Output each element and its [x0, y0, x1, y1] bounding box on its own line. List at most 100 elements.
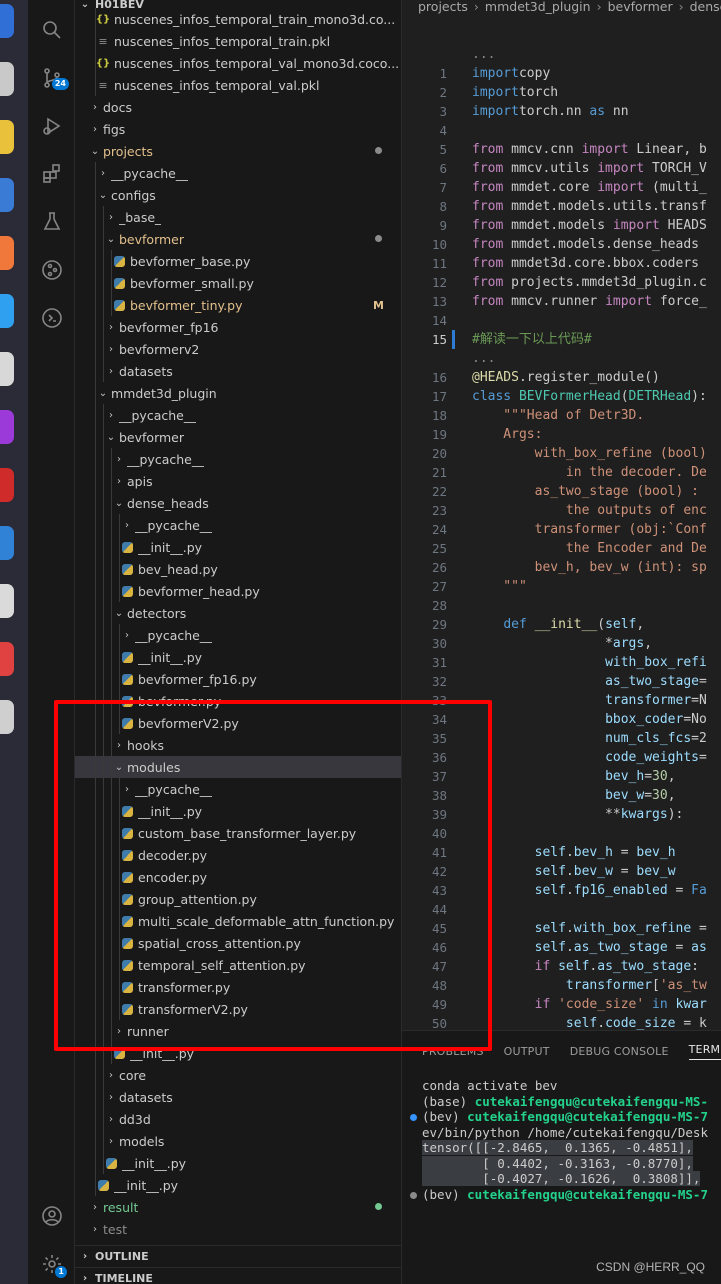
panel-tab-termin[interactable]: TERMIN — [688, 1043, 721, 1060]
code-line[interactable]: 26 bev_h, bev_w (int): sp — [402, 558, 721, 577]
code-line[interactable]: 15 #解读一下以上代码# — [402, 330, 721, 349]
dock-app-icon[interactable] — [0, 584, 14, 618]
tree-folder[interactable]: ⌄ bevformer — [75, 426, 401, 448]
code-line[interactable]: 5 from mmcv.cnn import Linear, b — [402, 140, 721, 159]
tree-folder[interactable]: › datasets — [75, 1086, 401, 1108]
explorer-section-header[interactable]: ⌄ H01BEV — [75, 0, 401, 15]
dock-app-icon[interactable] — [0, 4, 14, 38]
panel-tab-debug-console[interactable]: DEBUG CONSOLE — [570, 1045, 669, 1058]
dock-app-icon[interactable] — [0, 526, 14, 560]
tree-file[interactable]: bev_head.py — [75, 558, 401, 580]
dock-app-icon[interactable] — [0, 410, 14, 444]
folded-region-marker[interactable]: ... — [472, 45, 495, 64]
tree-folder[interactable]: › _base_ — [75, 206, 401, 228]
run-debug-icon[interactable] — [28, 106, 75, 146]
dock-app-icon[interactable] — [0, 236, 14, 270]
code-line[interactable]: 10 from mmdet.models.dense_heads — [402, 235, 721, 254]
tree-folder[interactable]: › __pycache__ — [75, 404, 401, 426]
code-line[interactable]: 9 from mmdet.models import HEADS — [402, 216, 721, 235]
code-line[interactable]: 19 Args: — [402, 425, 721, 444]
tree-file[interactable]: bevformer_small.py — [75, 272, 401, 294]
search-icon[interactable] — [28, 10, 75, 50]
code-line[interactable]: 6 from mmcv.utils import TORCH_V — [402, 159, 721, 178]
tree-folder[interactable]: › __pycache__ — [75, 162, 401, 184]
code-line[interactable]: 23 the outputs of enc — [402, 501, 721, 520]
code-line[interactable]: 30 *args, — [402, 634, 721, 653]
tree-folder[interactable]: ⌄ configs — [75, 184, 401, 206]
code-line[interactable]: 8 from mmdet.models.utils.transf — [402, 197, 721, 216]
dock-app-icon[interactable] — [0, 642, 14, 676]
account-icon[interactable] — [28, 1196, 75, 1236]
code-line[interactable]: 1 importcopy — [402, 64, 721, 83]
breadcrumb-item[interactable]: projects — [418, 0, 468, 14]
code-line[interactable]: 2 importtorch — [402, 83, 721, 102]
terminal-output[interactable]: conda activate bev (base) cutekaifengqu@c… — [402, 1078, 721, 1202]
code-line[interactable]: 28 — [402, 596, 721, 615]
code-line[interactable]: 20 with_box_refine (bool) — [402, 444, 721, 463]
tree-file[interactable]: {} nuscenes_infos_temporal_val_mono3d.coc… — [75, 52, 401, 74]
tree-file[interactable]: bevformer_head.py — [75, 580, 401, 602]
tree-folder[interactable]: › dd3d — [75, 1108, 401, 1130]
outline-section[interactable]: › OUTLINE — [75, 1245, 401, 1267]
tree-file[interactable]: bevformer_fp16.py — [75, 668, 401, 690]
breadcrumb-item[interactable]: bevformer — [608, 0, 673, 14]
tree-folder[interactable]: › datasets — [75, 360, 401, 382]
code-line[interactable]: 17 class BEVFormerHead(DETRHead): — [402, 387, 721, 406]
code-line[interactable]: 22 as_two_stage (bool) : — [402, 482, 721, 501]
dock-app-icon[interactable] — [0, 120, 14, 154]
tree-folder[interactable]: › core — [75, 1064, 401, 1086]
dock-app-icon[interactable] — [0, 468, 14, 502]
tree-folder[interactable]: › bevformer_fp16 — [75, 316, 401, 338]
code-line[interactable]: 12 from projects.mmdet3d_plugin.c — [402, 273, 721, 292]
dock-app-icon[interactable] — [0, 352, 14, 386]
code-line[interactable]: 25 the Encoder and De — [402, 539, 721, 558]
tree-folder[interactable]: › test — [75, 1218, 401, 1240]
dock-app-icon[interactable] — [0, 294, 14, 328]
code-line[interactable]: ... — [402, 45, 721, 64]
folded-region-marker[interactable]: ... — [472, 349, 495, 368]
breadcrumb-item[interactable]: mmdet3d_plugin — [485, 0, 591, 14]
tree-folder[interactable]: ⌄ mmdet3d_plugin — [75, 382, 401, 404]
tree-file[interactable]: bevformer_base.py — [75, 250, 401, 272]
code-line[interactable]: 3 importtorch.nn as nn — [402, 102, 721, 121]
tree-file[interactable]: __init__.py — [75, 1152, 401, 1174]
code-line[interactable]: 16 @HEADS.register_module() — [402, 368, 721, 387]
code-line[interactable]: 21 in the decoder. De — [402, 463, 721, 482]
tree-folder[interactable]: › __pycache__ — [75, 448, 401, 470]
tree-file[interactable]: __init__.py — [75, 1174, 401, 1196]
code-line[interactable]: 18 """Head of Detr3D. — [402, 406, 721, 425]
settings-gear-icon[interactable]: 1 — [28, 1244, 75, 1284]
tree-folder[interactable]: ⌄ dense_heads — [75, 492, 401, 514]
panel-tab-output[interactable]: OUTPUT — [504, 1045, 550, 1058]
code-line[interactable]: 13 from mmcv.runner import force_ — [402, 292, 721, 311]
tree-folder[interactable]: › apis — [75, 470, 401, 492]
tree-folder[interactable]: ⌄ detectors — [75, 602, 401, 624]
code-line[interactable]: 11 from mmdet3d.core.bbox.coders — [402, 254, 721, 273]
dock-app-icon[interactable] — [0, 178, 14, 212]
code-line[interactable]: ... — [402, 349, 721, 368]
testing-flask-icon[interactable] — [28, 202, 75, 242]
git-graph-icon[interactable] — [28, 250, 75, 290]
command-decoration-dot[interactable] — [410, 1191, 417, 1199]
tree-folder[interactable]: › result — [75, 1196, 401, 1218]
code-line[interactable]: 7 from mmdet.core import (multi_ — [402, 178, 721, 197]
tree-folder[interactable]: › __pycache__ — [75, 514, 401, 536]
dock-app-icon[interactable] — [0, 62, 14, 96]
tree-folder[interactable]: › figs — [75, 118, 401, 140]
tree-folder[interactable]: ⌄ bevformer — [75, 228, 401, 250]
code-line[interactable]: 31 with_box_refi — [402, 653, 721, 672]
tree-file[interactable]: ≡ nuscenes_infos_temporal_val.pkl — [75, 74, 401, 96]
breadcrumb-item[interactable]: dense_ — [690, 0, 721, 14]
tree-folder[interactable]: › models — [75, 1130, 401, 1152]
tree-file[interactable]: __init__.py — [75, 646, 401, 668]
source-control-icon[interactable]: 24 — [28, 58, 75, 98]
dock-app-icon[interactable] — [0, 700, 14, 734]
code-line[interactable]: 32 as_two_stage= — [402, 672, 721, 691]
extensions-icon[interactable] — [28, 154, 75, 194]
remote-explorer-icon[interactable] — [28, 298, 75, 338]
code-line[interactable]: 24 transformer (obj:`Conf — [402, 520, 721, 539]
code-line[interactable]: 29 def __init__(self, — [402, 615, 721, 634]
tree-file[interactable]: bevformer_tiny.py M — [75, 294, 401, 316]
command-decoration-dot[interactable] — [410, 1114, 417, 1121]
tree-folder[interactable]: › bevformerv2 — [75, 338, 401, 360]
